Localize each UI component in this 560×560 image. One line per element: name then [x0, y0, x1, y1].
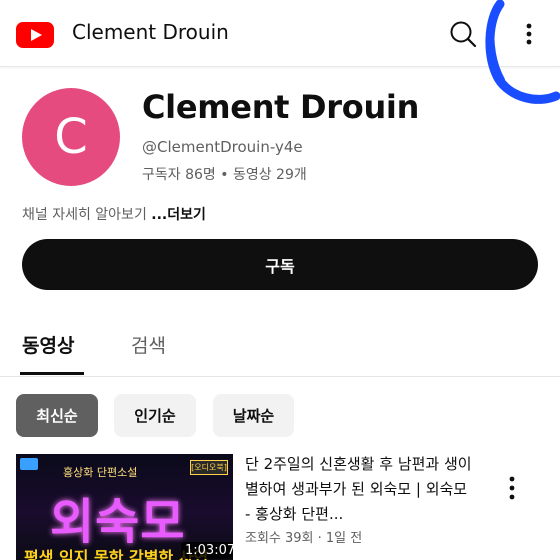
youtube-logo-icon[interactable] [16, 22, 54, 48]
thumbnail-title: 외숙모 [50, 494, 186, 550]
video-thumbnail[interactable]: 홍상화 단편소설 [오디오북] 외숙모 평생 잊지 못한 각별한 사연 1:03… [16, 454, 233, 560]
tabs-divider [0, 376, 560, 377]
tab-selected-indicator [20, 372, 84, 375]
more-link[interactable]: ...더보기 [151, 207, 206, 223]
filter-chip-latest[interactable]: 최신순 [16, 394, 98, 437]
channel-about-row[interactable]: 채널 자세히 알아보기 ...더보기 [22, 204, 206, 224]
video-meta: 조회수 39회 · 1일 전 [245, 531, 363, 546]
video-duration: 1:03:07 [181, 542, 233, 559]
thumbnail-badge: [오디오북] [190, 460, 228, 475]
channel-avatar[interactable]: C [22, 88, 120, 186]
avatar-letter: C [54, 109, 88, 165]
tab-search[interactable]: 검색 [131, 331, 166, 358]
filter-chip-popular[interactable]: 인기순 [114, 394, 196, 437]
thumbnail-channel-logo [20, 458, 38, 470]
header-title: Clement Drouin [72, 20, 229, 44]
about-text: 채널 자세히 알아보기 [22, 207, 152, 223]
channel-name: Clement Drouin [142, 88, 420, 126]
video-more-vert-icon[interactable] [500, 472, 524, 504]
filter-chip-date[interactable]: 날짜순 [213, 394, 294, 437]
tab-videos[interactable]: 동영상 [22, 331, 74, 358]
subscribe-button[interactable]: 구독 [22, 239, 538, 290]
more-vert-icon[interactable] [512, 16, 546, 52]
channel-stats: 구독자 86명 • 동영상 29개 [142, 167, 307, 183]
channel-handle: @ClementDrouin-y4e [142, 138, 303, 156]
video-title[interactable]: 단 2주일의 신혼생활 후 남편과 생이별하여 생과부가 된 외숙모 | 외숙모… [245, 452, 473, 527]
thumbnail-subtitle: 홍상화 단편소설 [63, 466, 138, 479]
search-icon[interactable] [446, 17, 480, 51]
